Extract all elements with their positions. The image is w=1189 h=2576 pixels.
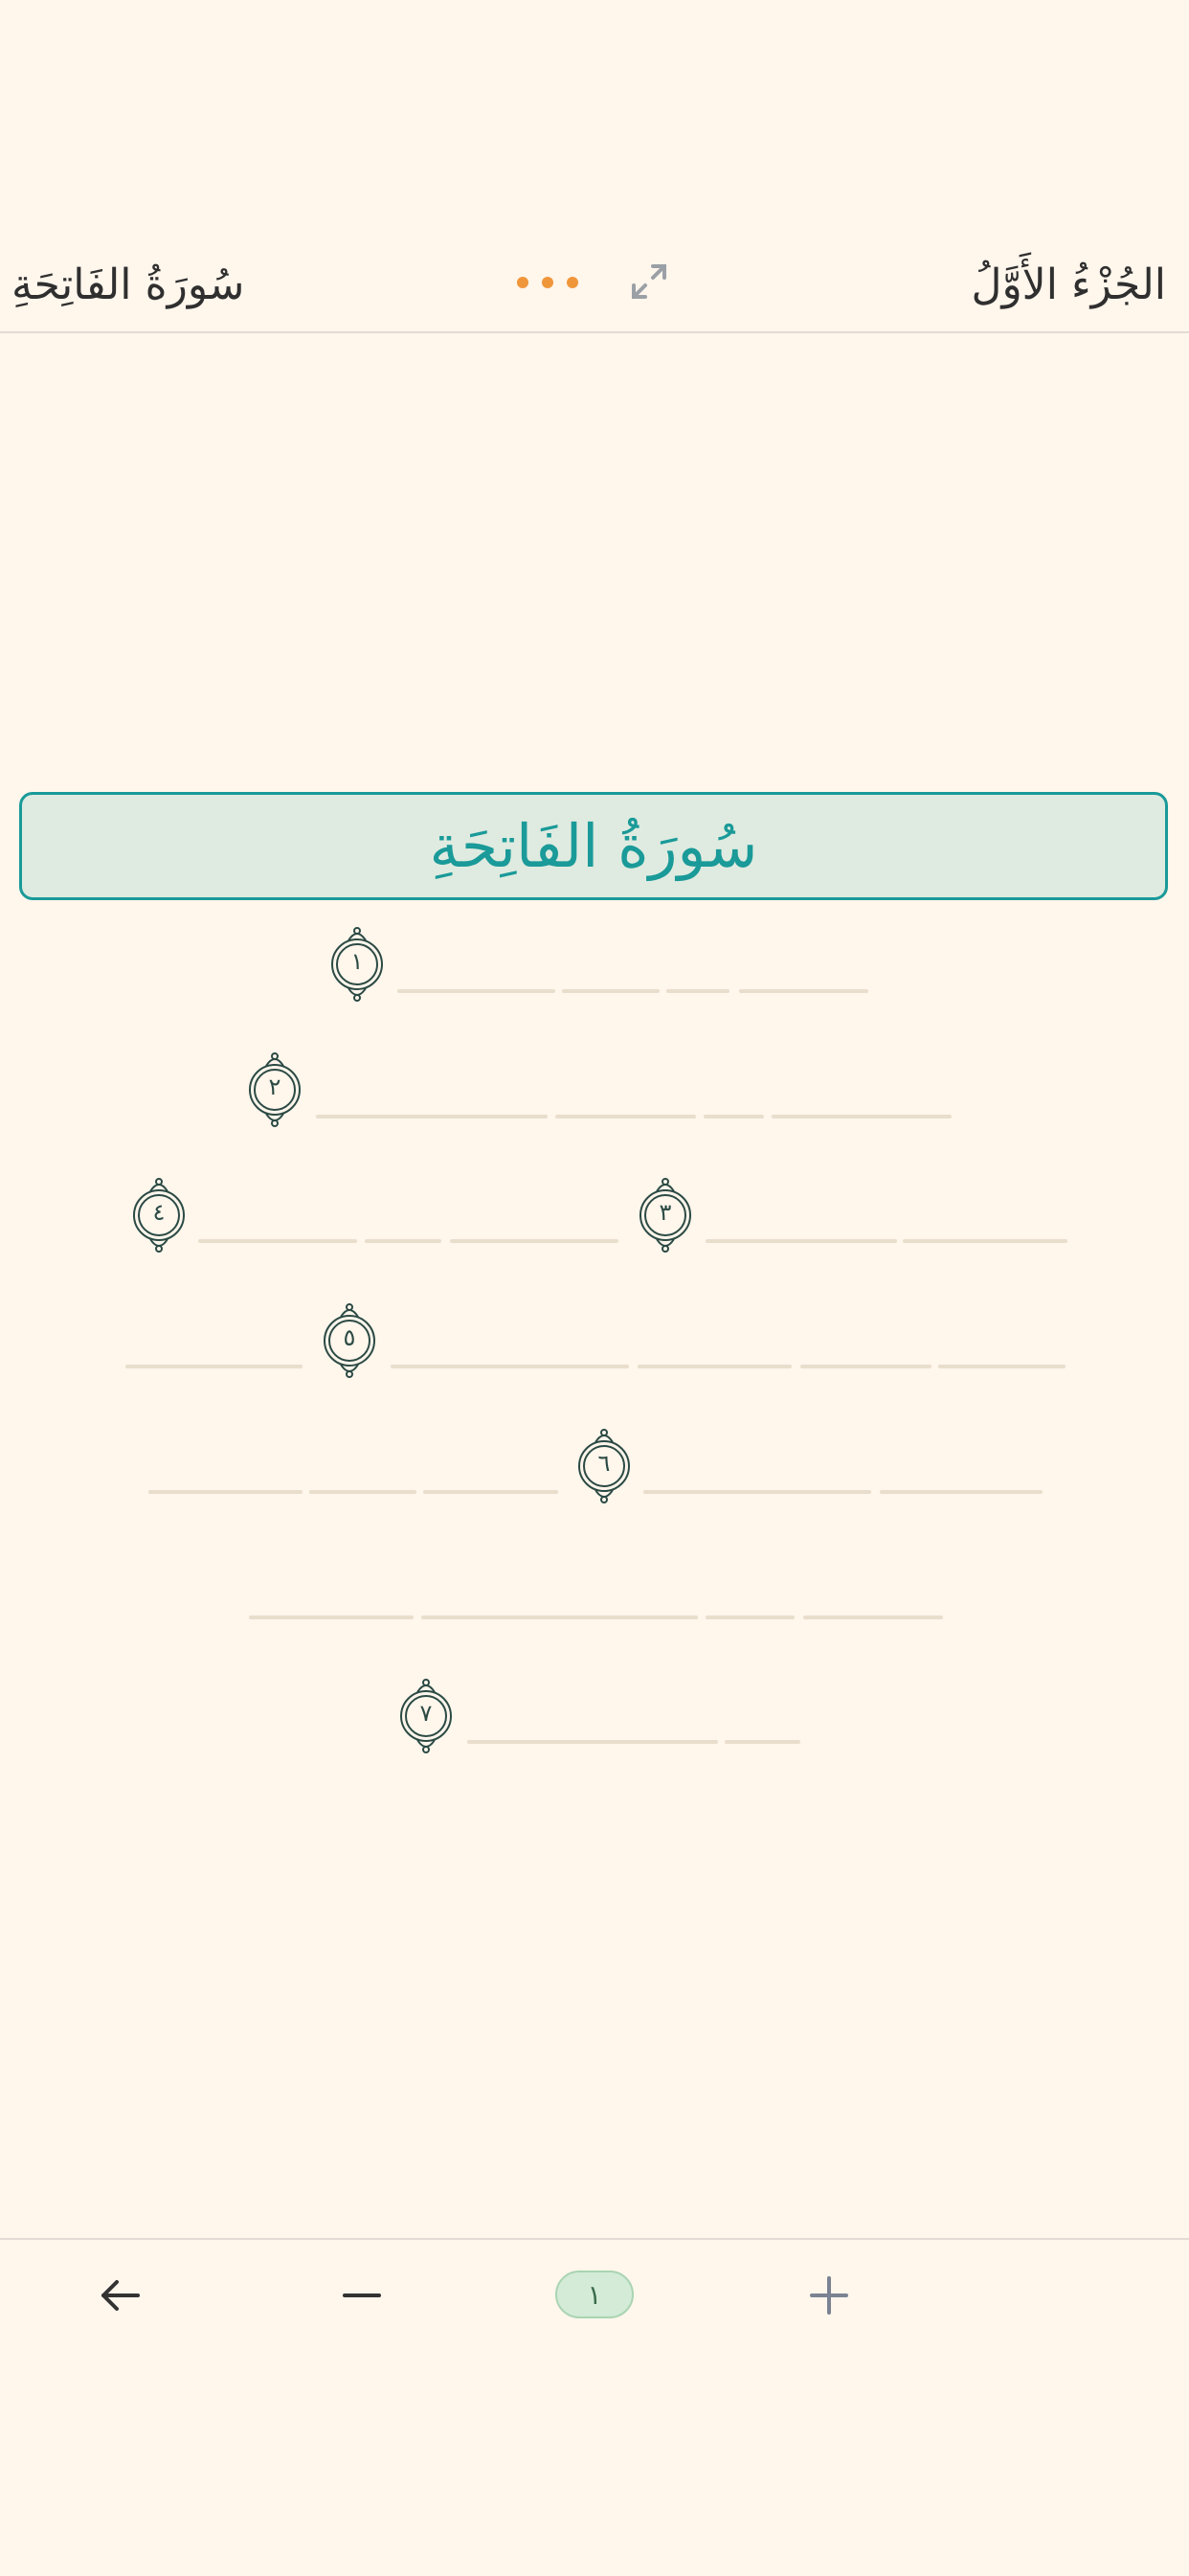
text-placeholder	[562, 989, 660, 993]
text-placeholder	[666, 989, 729, 993]
text-placeholder	[365, 1239, 441, 1243]
text-placeholder	[421, 1616, 698, 1619]
ayah-marker-6[interactable]: ٦	[574, 1427, 634, 1505]
text-placeholder	[555, 1115, 696, 1119]
text-placeholder	[739, 989, 868, 993]
text-placeholder	[397, 989, 555, 993]
plus-icon	[810, 2276, 848, 2315]
ayah-marker-4[interactable]: ٤	[129, 1176, 189, 1254]
text-placeholder	[148, 1490, 303, 1494]
page-number-badge[interactable]: ١	[555, 2271, 634, 2318]
text-placeholder	[249, 1616, 414, 1619]
text-placeholder	[706, 1616, 795, 1619]
text-placeholder	[704, 1115, 764, 1119]
ayah-number: ١	[350, 948, 364, 975]
surah-banner: سُورَةُ الفَاتِحَةِ	[19, 792, 1168, 900]
text-placeholder	[803, 1616, 943, 1619]
ayah-marker-3[interactable]: ٣	[636, 1176, 695, 1254]
text-placeholder	[938, 1365, 1066, 1368]
text-placeholder	[309, 1490, 416, 1494]
ayah-number: ٢	[268, 1073, 281, 1100]
text-placeholder	[125, 1365, 303, 1368]
expand-button[interactable]	[626, 259, 672, 305]
bottom-toolbar: ١	[0, 2238, 1189, 2576]
ayah-marker-1[interactable]: ١	[327, 925, 387, 1004]
text-placeholder	[706, 1239, 897, 1243]
juz-title: الجُزْءُ الأَوَّلُ	[971, 260, 1166, 309]
expand-icon	[632, 264, 666, 299]
surah-title: سُورَةُ الفَاتِحَةِ	[11, 260, 245, 309]
ayah-number: ٤	[152, 1199, 166, 1226]
text-placeholder	[903, 1239, 1067, 1243]
text-placeholder	[772, 1115, 952, 1119]
back-button[interactable]	[92, 2267, 149, 2324]
text-placeholder	[450, 1239, 618, 1243]
page-header: الجُزْءُ الأَوَّلُ سُورَةُ الفَاتِحَةِ	[0, 239, 1189, 333]
text-placeholder	[643, 1490, 871, 1494]
ayah-number: ٧	[419, 1700, 433, 1727]
text-placeholder	[198, 1239, 357, 1243]
more-dots-icon	[517, 277, 528, 288]
text-placeholder	[467, 1740, 718, 1744]
minus-icon	[343, 2294, 381, 2297]
ayah-marker-7[interactable]: ٧	[396, 1677, 456, 1755]
text-placeholder	[638, 1365, 792, 1368]
text-placeholder	[725, 1740, 800, 1744]
more-button[interactable]	[517, 268, 578, 297]
zoom-in-button[interactable]	[800, 2267, 858, 2324]
text-placeholder	[391, 1365, 629, 1368]
ayah-number: ٥	[343, 1324, 356, 1351]
ayah-marker-2[interactable]: ٢	[245, 1051, 304, 1129]
text-placeholder	[800, 1365, 931, 1368]
text-placeholder	[423, 1490, 558, 1494]
text-placeholder	[880, 1490, 1043, 1494]
ayah-number: ٦	[597, 1450, 611, 1477]
ayah-marker-5[interactable]: ٥	[320, 1301, 379, 1380]
surah-banner-title: سُورَةُ الفَاتِحَةِ	[429, 811, 758, 881]
text-placeholder	[316, 1115, 548, 1119]
arrow-left-icon	[101, 2280, 140, 2311]
zoom-out-button[interactable]	[333, 2267, 391, 2324]
ayah-number: ٣	[659, 1199, 672, 1226]
